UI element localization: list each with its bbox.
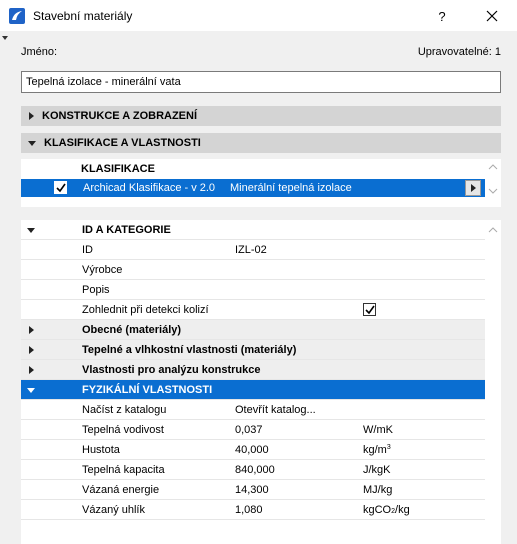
collapse-arrow-icon xyxy=(27,388,35,393)
property-value[interactable]: 0,037 xyxy=(235,424,263,436)
classification-panel: KLASIFIKACE Archicad Klasifikace - v 2.0… xyxy=(21,159,501,207)
property-row-description[interactable]: Popis xyxy=(21,280,485,300)
group-label: FYZIKÁLNÍ VLASTNOSTI xyxy=(82,384,213,396)
property-row-manufacturer[interactable]: Výrobce xyxy=(21,260,485,280)
section-construction[interactable]: KONSTRUKCE A ZOBRAZENÍ xyxy=(21,106,501,126)
archicad-icon xyxy=(9,7,25,24)
check-icon xyxy=(55,183,66,192)
property-row-conductivity[interactable]: Tepelná vodivost 0,037 W/mK xyxy=(21,420,485,440)
property-unit: J/kgK xyxy=(363,464,391,476)
property-label: Hustota xyxy=(82,444,120,456)
property-unit: W/mK xyxy=(363,424,393,436)
open-catalog-link[interactable]: Otevřít katalog... xyxy=(235,404,316,416)
group-label: ID A KATEGORIE xyxy=(82,224,171,236)
check-icon xyxy=(364,305,375,314)
property-row-catalog[interactable]: Načíst z katalogu Otevřít katalog... xyxy=(21,400,485,420)
property-label: Vázaná energie xyxy=(82,484,160,496)
close-icon[interactable] xyxy=(481,6,503,26)
property-row-collision[interactable]: Zohlednit při detekci kolizí xyxy=(21,300,485,320)
classification-header: KLASIFIKACE xyxy=(81,163,155,175)
property-unit: kg/m3 xyxy=(363,444,391,456)
classification-system: Archicad Klasifikace - v 2.0 xyxy=(83,182,216,194)
section-classification-label: KLASIFIKACE A VLASTNOSTI xyxy=(44,137,201,149)
collapse-marker-icon xyxy=(2,36,8,40)
property-label: Zohlednit při detekci kolizí xyxy=(82,304,209,316)
expand-arrow-icon xyxy=(29,346,34,354)
classification-scrollbar[interactable] xyxy=(486,161,500,197)
window-title: Stavební materiály xyxy=(33,8,133,23)
chevron-up-icon[interactable] xyxy=(486,161,500,173)
play-arrow-icon xyxy=(470,184,476,192)
property-row-heat-capacity[interactable]: Tepelná kapacita 840,000 J/kgK xyxy=(21,460,485,480)
property-row-density[interactable]: Hustota 40,000 kg/m3 xyxy=(21,440,485,460)
section-construction-label: KONSTRUKCE A ZOBRAZENÍ xyxy=(42,110,198,122)
help-button[interactable]: ? xyxy=(432,6,452,26)
group-thermal[interactable]: Tepelné a vlhkostní vlastnosti (materiál… xyxy=(21,340,485,360)
collapse-arrow-icon xyxy=(27,228,35,233)
editable-count: Upravovatelné: 1 xyxy=(417,46,501,58)
property-label: Tepelná vodivost xyxy=(82,424,164,436)
expand-arrow-icon xyxy=(29,326,34,334)
property-label: Popis xyxy=(82,284,110,296)
collision-checkbox[interactable] xyxy=(363,303,376,316)
property-row-embodied-carbon[interactable]: Vázaný uhlík 1,080 kgCO2/kg xyxy=(21,500,485,520)
properties-panel: ID A KATEGORIE ID IZL-02 Výrobce Popis Z… xyxy=(21,220,501,544)
classification-picker-button[interactable] xyxy=(465,180,481,196)
property-label: ID xyxy=(82,244,93,256)
property-label: Výrobce xyxy=(82,264,123,276)
group-label: Obecné (materiály) xyxy=(82,324,182,336)
property-unit: kgCO2/kg xyxy=(363,504,410,516)
property-label: Načíst z katalogu xyxy=(82,404,167,416)
group-structural-analysis[interactable]: Vlastnosti pro analýzu konstrukce xyxy=(21,360,485,380)
group-label: Vlastnosti pro analýzu konstrukce xyxy=(82,364,261,376)
name-label: Jméno: xyxy=(21,46,58,58)
title-bar: Stavební materiály ? xyxy=(0,0,517,31)
expand-arrow-icon xyxy=(29,366,34,374)
properties-scrollbar[interactable] xyxy=(486,224,500,236)
collapse-arrow-icon xyxy=(28,140,36,146)
property-unit: MJ/kg xyxy=(363,484,393,496)
property-label: Tepelná kapacita xyxy=(82,464,165,476)
property-value[interactable]: 1,080 xyxy=(235,504,263,516)
section-classification[interactable]: KLASIFIKACE A VLASTNOSTI xyxy=(21,133,501,153)
group-physical[interactable]: FYZIKÁLNÍ VLASTNOSTI xyxy=(21,380,485,400)
classification-row[interactable]: Archicad Klasifikace - v 2.0 Minerální t… xyxy=(21,179,485,197)
classification-value[interactable]: Minerální tepelná izolace xyxy=(230,182,352,194)
property-value[interactable]: IZL-02 xyxy=(235,244,267,256)
property-label: Vázaný uhlík xyxy=(82,504,145,516)
material-name-input[interactable] xyxy=(21,71,501,93)
group-general[interactable]: Obecné (materiály) xyxy=(21,320,485,340)
property-value[interactable]: 14,300 xyxy=(235,484,269,496)
classification-checkbox[interactable] xyxy=(54,181,67,194)
expand-arrow-icon xyxy=(29,112,34,120)
property-value[interactable]: 40,000 xyxy=(235,444,269,456)
group-label: Tepelné a vlhkostní vlastnosti (materiál… xyxy=(82,344,297,356)
chevron-down-icon[interactable] xyxy=(486,185,500,197)
property-row-embodied-energy[interactable]: Vázaná energie 14,300 MJ/kg xyxy=(21,480,485,500)
property-row-id[interactable]: ID IZL-02 xyxy=(21,240,485,260)
property-value[interactable]: 840,000 xyxy=(235,464,275,476)
group-id-category[interactable]: ID A KATEGORIE xyxy=(21,220,485,240)
chevron-up-icon[interactable] xyxy=(486,224,500,236)
